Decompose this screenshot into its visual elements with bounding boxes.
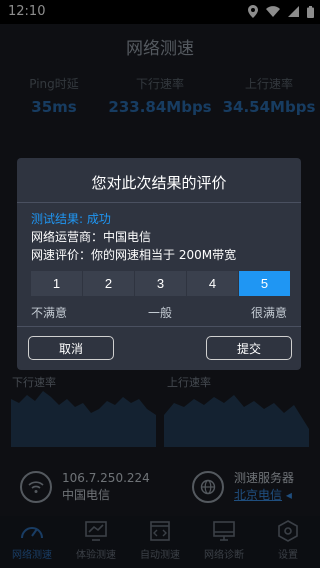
rating-option-4[interactable]: 4 (187, 271, 238, 296)
rating-selector: 1 2 3 4 5 (31, 271, 291, 296)
high-label: 很满意 (250, 306, 287, 320)
divider (17, 326, 301, 327)
dialog-title: 您对此次结果的评价 (91, 174, 227, 192)
rating-option-2[interactable]: 2 (83, 271, 134, 296)
rating-option-3[interactable]: 3 (135, 271, 186, 296)
mid-label: 一般 (148, 306, 173, 320)
operator-line: 网络运营商：中国电信 (31, 230, 152, 244)
test-result: 测试结果: 成功 (31, 212, 111, 226)
rating-option-1[interactable]: 1 (31, 271, 82, 296)
divider (17, 202, 301, 203)
rating-option-5[interactable]: 5 (239, 271, 290, 296)
rating-dialog: 您对此次结果的评价 测试结果: 成功 网络运营商：中国电信 网速评价：你的网速相… (17, 158, 301, 370)
low-label: 不满意 (31, 306, 68, 320)
cancel-button[interactable]: 取消 (28, 336, 114, 360)
speed-evaluation: 网速评价：你的网速相当于 200M带宽 (31, 248, 237, 262)
submit-button[interactable]: 提交 (206, 336, 292, 360)
